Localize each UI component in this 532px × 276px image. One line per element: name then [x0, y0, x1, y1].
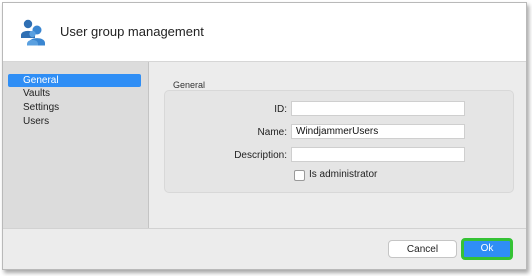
sidebar-item-users[interactable]: Users [8, 115, 141, 128]
id-label: ID: [274, 104, 287, 115]
ok-button[interactable]: Ok [461, 238, 513, 260]
general-panel: General [149, 62, 526, 228]
sidebar-nav: General Vaults Settings Users [3, 62, 149, 228]
description-field[interactable] [291, 147, 465, 162]
users-group-icon [21, 19, 45, 46]
user-group-dialog: User group management General Vaults Set… [2, 2, 527, 270]
id-field[interactable] [291, 101, 465, 116]
cancel-button[interactable]: Cancel [388, 240, 457, 258]
is-administrator-label[interactable]: Is administrator [309, 169, 377, 180]
dialog-header: User group management [3, 3, 526, 62]
dialog-footer: Cancel Ok [3, 228, 526, 269]
name-field[interactable] [291, 124, 465, 139]
description-label: Description: [234, 150, 287, 161]
is-administrator-checkbox[interactable] [294, 170, 305, 181]
dialog-title: User group management [60, 24, 204, 39]
sidebar-item-settings[interactable]: Settings [8, 101, 141, 114]
name-label: Name: [257, 127, 287, 138]
general-group-title: General [173, 80, 206, 90]
sidebar-item-general[interactable]: General [8, 74, 141, 87]
sidebar-item-vaults[interactable]: Vaults [8, 87, 141, 100]
